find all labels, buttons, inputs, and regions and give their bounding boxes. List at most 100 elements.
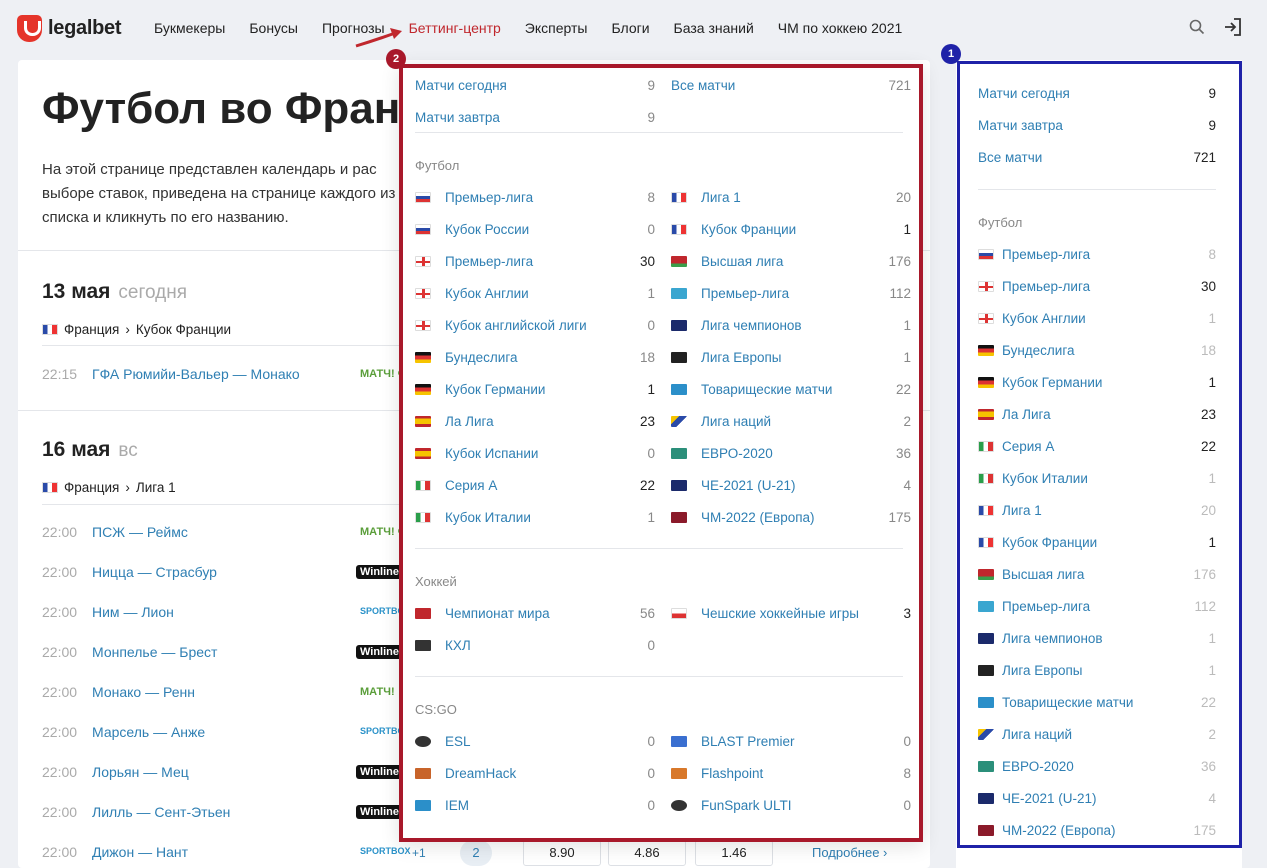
nav-item[interactable]: Букмекеры xyxy=(154,20,225,36)
match-time: 22:00 xyxy=(42,724,78,740)
dropdown-item[interactable]: Матчи завтра 9 xyxy=(415,110,655,125)
dropdown-item-label: Лига 1 xyxy=(701,190,741,205)
annotation-arrow-icon xyxy=(355,28,402,48)
dropdown-item[interactable]: Flashpoint 8 xyxy=(671,766,911,781)
match-teams[interactable]: Монпелье — Брест xyxy=(92,644,217,660)
search-icon[interactable] xyxy=(1189,19,1205,35)
details-link[interactable]: Подробнее › xyxy=(812,845,887,860)
dropdown-item-label: FunSpark ULTI xyxy=(701,798,792,813)
dropdown-item-label: Чемпионат мира xyxy=(445,606,550,621)
match-teams[interactable]: Лорьян — Мец xyxy=(92,764,189,780)
league-flag-icon xyxy=(415,288,431,299)
league-flag-icon xyxy=(671,512,687,523)
nav-icons xyxy=(1189,17,1243,37)
dropdown-item[interactable]: Лига Европы 1 xyxy=(671,350,911,365)
breadcrumb[interactable]: Франция › Кубок Франции xyxy=(42,322,231,337)
league-flag-icon xyxy=(671,224,687,235)
dropdown-item[interactable]: КХЛ 0 xyxy=(415,638,655,653)
dropdown-item-count: 23 xyxy=(639,414,655,429)
dropdown-item[interactable]: Премьер-лига 112 xyxy=(671,286,911,301)
league-flag-icon xyxy=(671,320,687,331)
odd-draw[interactable]: 4.86 xyxy=(608,840,686,866)
match-teams[interactable]: ПСЖ — Реймс xyxy=(92,524,188,540)
dropdown-item-label: Кубок Англии xyxy=(445,286,529,301)
annotation-frame-sidebar xyxy=(957,61,1242,848)
broadcaster-badge: Winline xyxy=(356,765,404,779)
dropdown-item[interactable]: ЧЕ-2021 (U-21) 4 xyxy=(671,478,911,493)
league-flag-icon xyxy=(415,448,431,459)
dropdown-item-label: Кубок Италии xyxy=(445,510,531,525)
dropdown-item[interactable]: Кубок Испании 0 xyxy=(415,446,655,461)
dropdown-item-label: Кубок России xyxy=(445,222,530,237)
dropdown-item[interactable]: BLAST Premier 0 xyxy=(671,734,911,749)
league-flag-icon xyxy=(415,768,431,779)
dropdown-item[interactable]: Лига наций 2 xyxy=(671,414,911,429)
nav-item[interactable]: Эксперты xyxy=(525,20,588,36)
odd-away[interactable]: 1.46 xyxy=(695,840,773,866)
nav-item[interactable]: Беттинг-центр xyxy=(409,20,501,36)
france-flag-icon xyxy=(42,324,58,335)
nav-item[interactable]: База знаний xyxy=(674,20,754,36)
dropdown-item-label: Flashpoint xyxy=(701,766,764,781)
more-markets[interactable]: +1 xyxy=(412,846,426,860)
dropdown-item[interactable]: DreamHack 0 xyxy=(415,766,655,781)
dropdown-item[interactable]: Высшая лига 176 xyxy=(671,254,911,269)
dropdown-item-count: 1 xyxy=(903,350,911,365)
dropdown-item[interactable]: ESL 0 xyxy=(415,734,655,749)
dropdown-item-count: 0 xyxy=(647,766,655,781)
dropdown-item[interactable]: Чемпионат мира 56 xyxy=(415,606,655,621)
match-teams[interactable]: Монако — Ренн xyxy=(92,684,195,700)
dropdown-item[interactable]: Кубок Италии 1 xyxy=(415,510,655,525)
dropdown-item-count: 1 xyxy=(647,286,655,301)
markets-pill[interactable]: 2 xyxy=(460,840,492,866)
day-title: 13 мая сегодня xyxy=(42,280,187,303)
broadcaster-badge: Winline xyxy=(356,565,404,579)
dropdown-item[interactable]: Лига 1 20 xyxy=(671,190,911,205)
match-time: 22:00 xyxy=(42,524,78,540)
match-teams[interactable]: Ним — Лион xyxy=(92,604,174,620)
page-intro: На этой странице представлен календарь и… xyxy=(42,161,396,226)
dropdown-item[interactable]: ЕВРО-2020 36 xyxy=(671,446,911,461)
dropdown-item[interactable]: ЧМ-2022 (Европа) 175 xyxy=(671,510,911,525)
nav-item[interactable]: ЧМ по хоккею 2021 xyxy=(778,20,903,36)
nav-item[interactable]: Блоги xyxy=(611,20,649,36)
divider xyxy=(42,345,414,346)
league-flag-icon xyxy=(415,800,431,811)
dropdown-item[interactable]: Чешские хоккейные игры 3 xyxy=(671,606,911,621)
dropdown-item[interactable]: Ла Лига 23 xyxy=(415,414,655,429)
dropdown-item[interactable]: Кубок Германии 1 xyxy=(415,382,655,397)
dropdown-item[interactable]: Премьер-лига 8 xyxy=(415,190,655,205)
odd-home[interactable]: 8.90 xyxy=(523,840,601,866)
match-time: 22:00 xyxy=(42,764,78,780)
match-teams[interactable]: Марсель — Анже xyxy=(92,724,205,740)
dropdown-item[interactable]: Серия А 22 xyxy=(415,478,655,493)
dropdown-item[interactable]: Бундеслига 18 xyxy=(415,350,655,365)
dropdown-item[interactable]: Матчи сегодня 9 xyxy=(415,78,655,93)
league-flag-icon xyxy=(415,352,431,363)
dropdown-item[interactable]: Кубок Франции 1 xyxy=(671,222,911,237)
match-teams[interactable]: Лилль — Сент-Этьен xyxy=(92,804,230,820)
dropdown-item[interactable]: Кубок России 0 xyxy=(415,222,655,237)
dropdown-item[interactable]: Кубок Англии 1 xyxy=(415,286,655,301)
breadcrumb[interactable]: Франция › Лига 1 xyxy=(42,480,176,495)
match-teams[interactable]: Ницца — Страсбур xyxy=(92,564,217,580)
dropdown-item[interactable]: FunSpark ULTI 0 xyxy=(671,798,911,813)
dropdown-item[interactable]: Лига чемпионов 1 xyxy=(671,318,911,333)
dropdown-item[interactable]: Товарищеские матчи 22 xyxy=(671,382,911,397)
annotation-badge: 1 xyxy=(941,44,961,64)
dropdown-item-label: ЕВРО-2020 xyxy=(701,446,773,461)
dropdown-item-label: ESL xyxy=(445,734,471,749)
dropdown-item-count: 0 xyxy=(647,222,655,237)
dropdown-item-label: BLAST Premier xyxy=(701,734,795,749)
dropdown-item[interactable]: IEM 0 xyxy=(415,798,655,813)
dropdown-item[interactable]: Все матчи 721 xyxy=(671,78,911,93)
dropdown-item-label: ЧЕ-2021 (U-21) xyxy=(701,478,796,493)
match-teams[interactable]: ГФА Рюмийи-Вальер — Монако xyxy=(92,366,300,382)
dropdown-item-count: 18 xyxy=(639,350,655,365)
nav-item[interactable]: Бонусы xyxy=(249,20,298,36)
league-flag-icon xyxy=(415,192,431,203)
login-icon[interactable] xyxy=(1223,17,1243,37)
dropdown-item[interactable]: Кубок английской лиги 0 xyxy=(415,318,655,333)
logo[interactable]: legalbet xyxy=(17,15,121,42)
dropdown-item[interactable]: Премьер-лига 30 xyxy=(415,254,655,269)
